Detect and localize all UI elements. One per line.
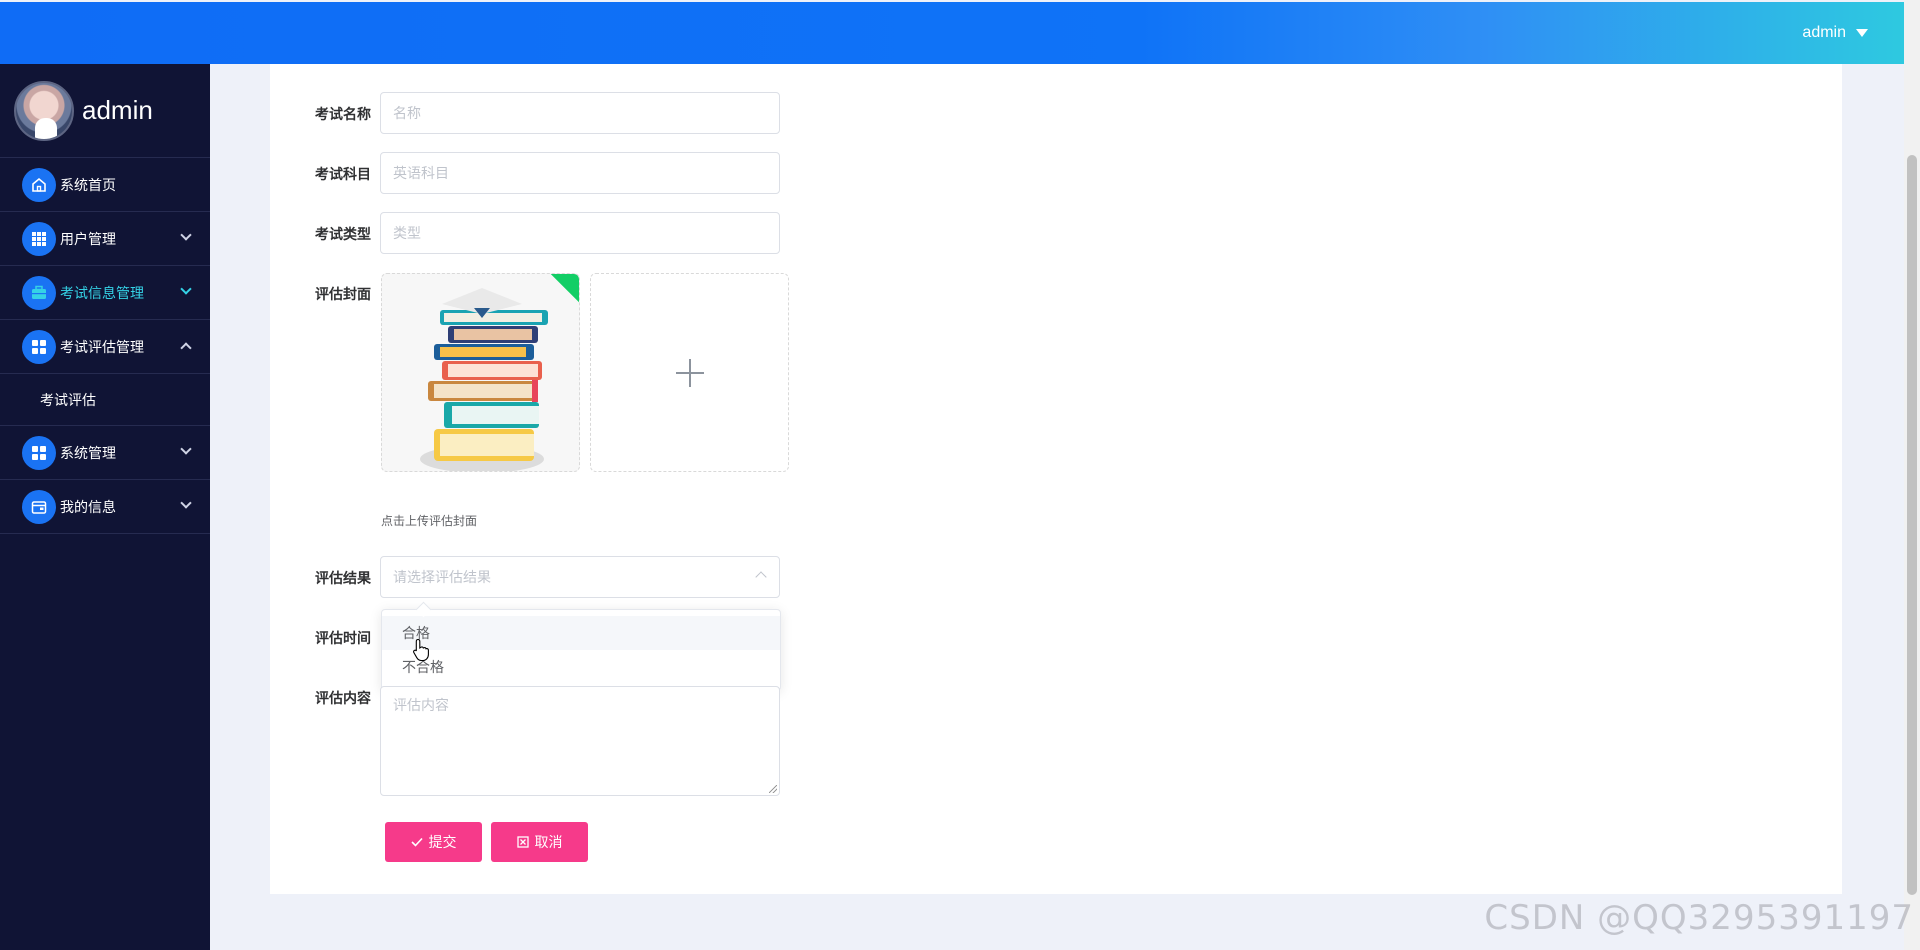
submit-label: 提交 <box>428 834 457 850</box>
exam-subject-input[interactable]: 英语科目 <box>380 152 780 194</box>
chevron-down-icon <box>180 283 192 295</box>
sidebar-item-label: 我的信息 <box>60 498 116 515</box>
submit-button[interactable]: 提交 <box>385 822 482 862</box>
content-textarea[interactable]: 评估内容 <box>380 686 780 796</box>
sidebar-item-users[interactable]: 用户管理 <box>0 212 210 266</box>
cover-label: 评估封面 <box>315 286 371 302</box>
grid-icon <box>22 221 56 256</box>
exam-type-placeholder: 类型 <box>393 225 421 241</box>
home-icon <box>22 167 56 202</box>
sidebar: admin 系统首页 用户管理 考试信息管理 考试评估管理 考试评估 系统管理 … <box>0 64 210 950</box>
sidebar-item-label: 系统管理 <box>60 444 116 461</box>
sidebar-item-my-info[interactable]: 我的信息 <box>0 480 210 534</box>
chevron-up-icon <box>180 342 192 354</box>
submenu-item-exam-evaluation[interactable]: 考试评估 <box>0 374 210 426</box>
cover-image-preview[interactable] <box>381 273 580 472</box>
submenu-item-label: 考试评估 <box>40 391 96 408</box>
check-icon <box>410 837 423 847</box>
sidebar-profile: admin <box>0 64 210 158</box>
chevron-up-icon <box>755 571 767 583</box>
exam-name-input[interactable]: 名称 <box>380 92 780 134</box>
result-label: 评估结果 <box>315 570 371 586</box>
exam-type-label: 考试类型 <box>315 226 371 242</box>
cancel-button[interactable]: 取消 <box>491 822 588 862</box>
caret-down-icon <box>1856 29 1868 37</box>
chevron-down-icon <box>180 229 192 241</box>
sidebar-item-label: 考试信息管理 <box>60 284 144 301</box>
option-pass[interactable]: 合格 <box>382 616 780 650</box>
chevron-down-icon <box>180 497 192 509</box>
content-placeholder: 评估内容 <box>393 697 449 713</box>
watermark-text: CSDN @QQ3295391197 <box>1484 898 1914 938</box>
username-label: admin <box>1802 24 1846 41</box>
user-dropdown[interactable]: admin <box>1802 24 1868 42</box>
sidebar-item-exam-info[interactable]: 考试信息管理 <box>0 266 210 320</box>
upload-hint-text: 点击上传评估封面 <box>381 514 478 528</box>
close-box-icon <box>516 836 529 848</box>
briefcase-icon <box>22 275 56 310</box>
result-select[interactable]: 请选择评估结果 <box>380 556 780 598</box>
sidebar-item-label: 用户管理 <box>60 230 116 247</box>
sidebar-item-system[interactable]: 系统管理 <box>0 426 210 480</box>
scrollbar-thumb[interactable] <box>1907 155 1917 895</box>
profile-name: admin <box>82 95 153 125</box>
page-scrollbar[interactable] <box>1904 0 1920 950</box>
sidebar-item-label: 系统首页 <box>60 176 116 193</box>
sidebar-item-exam-evaluation[interactable]: 考试评估管理 <box>0 320 210 374</box>
apps-icon <box>22 435 56 470</box>
hand-cursor-icon <box>413 638 429 662</box>
chevron-down-icon <box>180 443 192 455</box>
result-dropdown: 合格 不合格 <box>381 609 781 691</box>
sidebar-item-home[interactable]: 系统首页 <box>0 158 210 212</box>
cancel-label: 取消 <box>534 834 563 850</box>
sidebar-item-label: 考试评估管理 <box>60 338 144 355</box>
exam-name-label: 考试名称 <box>315 106 371 122</box>
exam-type-input[interactable]: 类型 <box>380 212 780 254</box>
apps-icon <box>22 329 56 364</box>
result-placeholder: 请选择评估结果 <box>393 569 491 585</box>
exam-subject-label: 考试科目 <box>315 166 371 182</box>
option-fail[interactable]: 不合格 <box>382 650 780 684</box>
avatar <box>14 80 74 141</box>
exam-name-placeholder: 名称 <box>393 105 421 121</box>
top-navbar: admin <box>0 2 1904 64</box>
time-label: 评估时间 <box>315 630 371 646</box>
upload-add-button[interactable] <box>590 273 789 472</box>
plus-icon-vertical <box>688 358 691 387</box>
wallet-icon <box>22 489 56 524</box>
books-illustration <box>420 288 548 471</box>
exam-subject-placeholder: 英语科目 <box>393 165 449 181</box>
content-label: 评估内容 <box>315 690 371 706</box>
resize-grip-icon[interactable] <box>769 785 777 793</box>
